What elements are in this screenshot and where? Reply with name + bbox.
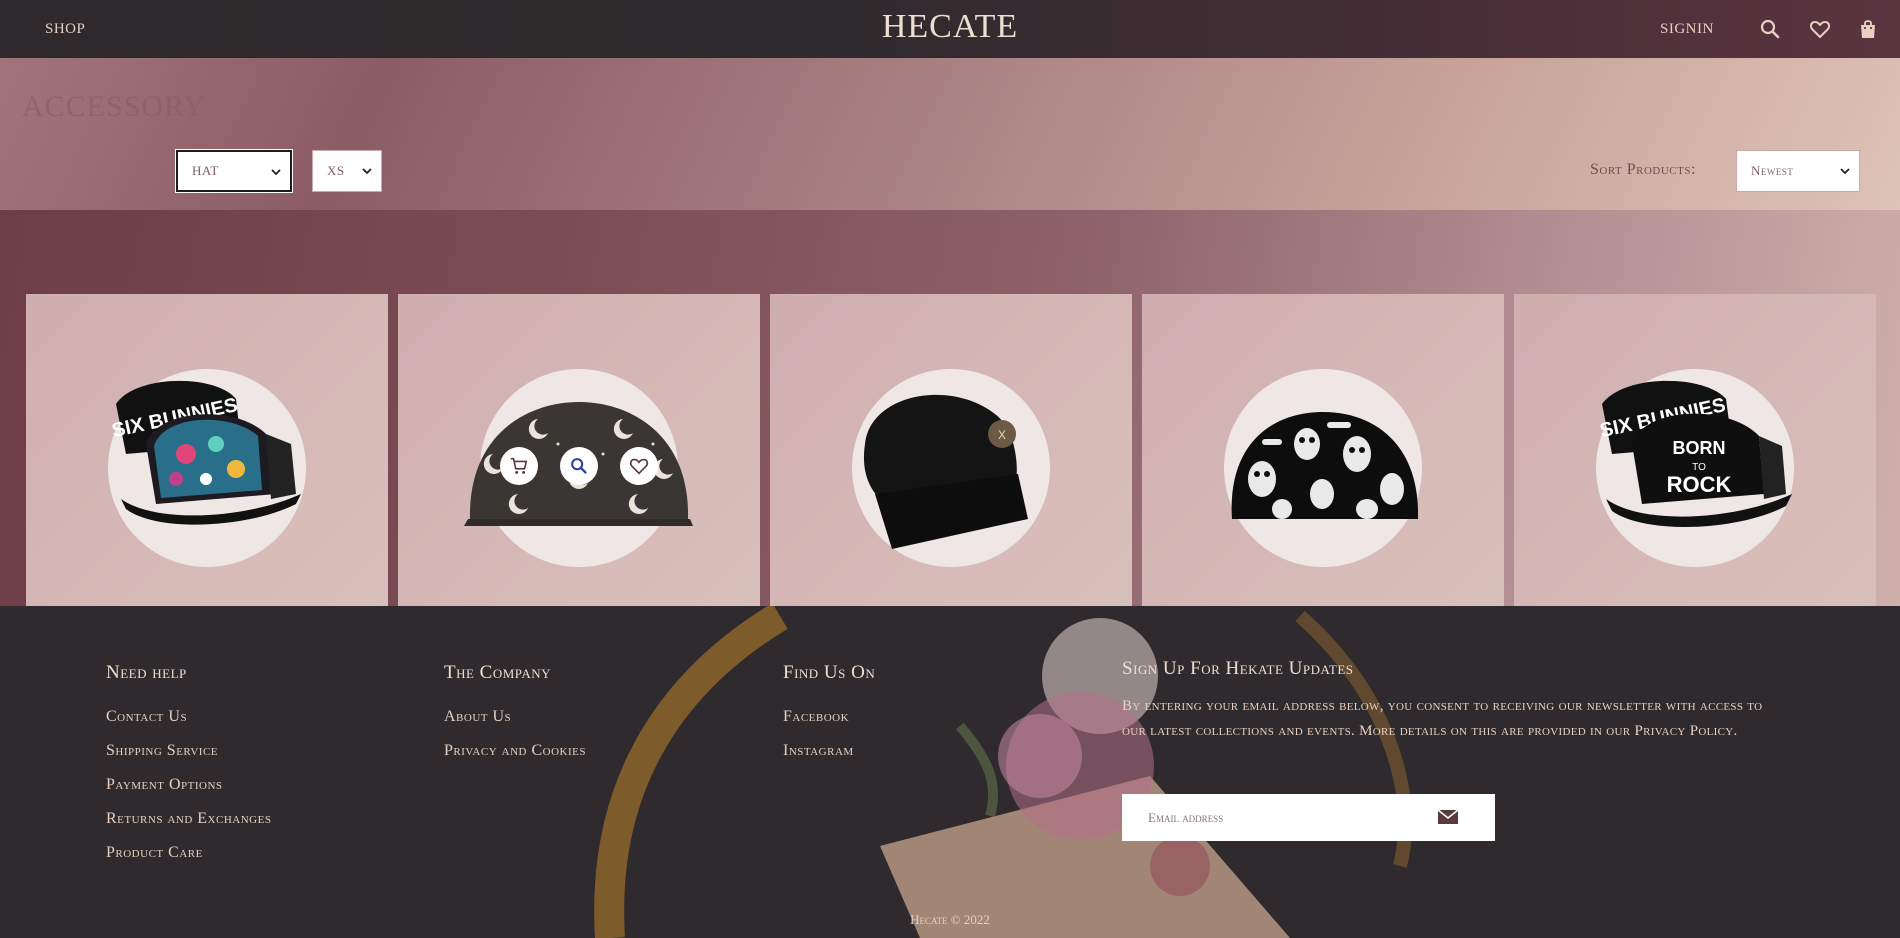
- chevron-down-icon: [271, 169, 281, 176]
- newsletter-description: By entering your email address below, yo…: [1122, 698, 1763, 739]
- shopping-bag-icon[interactable]: [1856, 17, 1880, 41]
- add-to-cart-button[interactable]: [500, 447, 538, 485]
- footer-company-title: The Company: [444, 662, 552, 683]
- footer-company-column: The Company About Us Privacy and Cookies: [444, 662, 586, 776]
- site-footer: Need help Contact Us Shipping Service Pa…: [0, 606, 1900, 938]
- footer-social-title: Find Us On: [783, 662, 876, 683]
- size-select-value: XS: [327, 163, 345, 178]
- svg-text:BORN: BORN: [1673, 438, 1726, 458]
- nav-shop-link[interactable]: SHOP: [45, 21, 85, 38]
- footer-link-about[interactable]: About Us: [444, 708, 586, 726]
- search-icon[interactable]: [1758, 17, 1782, 41]
- product-card[interactable]: X: [770, 294, 1132, 640]
- footer-link-shipping[interactable]: Shipping Service: [106, 742, 271, 760]
- copyright-text: Hecate © 2022: [910, 912, 990, 927]
- footer-link-privacy[interactable]: Privacy and Cookies: [444, 742, 586, 760]
- category-select-value: HAT: [192, 163, 219, 178]
- footer-link-instagram[interactable]: Instagram: [783, 742, 875, 760]
- product-hover-actions: [398, 447, 760, 485]
- search-icon: [571, 458, 587, 474]
- product-card[interactable]: [398, 294, 760, 640]
- svg-text:X: X: [998, 428, 1006, 442]
- sort-label: Sort Products:: [1590, 161, 1696, 178]
- page-title: ACCESSORY: [22, 90, 207, 123]
- floral-background-art: [594, 606, 1413, 938]
- newsletter-title: Sign Up For Hekate Updates: [1122, 658, 1354, 679]
- footer-link-payment[interactable]: Payment Options: [106, 776, 271, 794]
- newsletter-signup: Sign Up For Hekate Updates By entering y…: [1122, 658, 1782, 841]
- cart-icon: [510, 457, 528, 474]
- filter-section: ACCESSORY HAT XS Sort Products: Newest S…: [0, 58, 1900, 640]
- top-navbar: SHOP HECATE SIGNIN: [0, 0, 1900, 58]
- email-field[interactable]: [1122, 795, 1422, 840]
- footer-help-column: Need help Contact Us Shipping Service Pa…: [106, 662, 271, 878]
- add-to-wishlist-button[interactable]: [620, 447, 658, 485]
- heart-icon: [629, 458, 649, 475]
- brand-logo[interactable]: HECATE: [0, 8, 1900, 46]
- category-select[interactable]: HAT: [176, 150, 292, 192]
- chevron-down-icon: [362, 168, 372, 175]
- footer-social-column: Find Us On Facebook Instagram: [783, 662, 875, 776]
- footer-link-returns[interactable]: Returns and Exchanges: [106, 810, 271, 828]
- footer-link-care[interactable]: Product Care: [106, 844, 271, 862]
- product-image: SIX BUNNIES: [110, 380, 301, 525]
- quick-view-button[interactable]: [560, 447, 598, 485]
- product-card[interactable]: SIX BUNNIES BORN TO ROCK: [1514, 294, 1876, 640]
- size-select[interactable]: XS: [312, 150, 382, 192]
- nav-signin-link[interactable]: SIGNIN: [1660, 21, 1714, 38]
- footer-link-contact[interactable]: Contact Us: [106, 708, 271, 726]
- sort-select[interactable]: Newest: [1736, 150, 1860, 192]
- footer-help-title: Need help: [106, 662, 187, 683]
- footer-link-facebook[interactable]: Facebook: [783, 708, 875, 726]
- mail-send-icon[interactable]: [1437, 807, 1459, 827]
- product-card[interactable]: SIX BUNNIES: [26, 294, 388, 640]
- heart-icon[interactable]: [1808, 17, 1832, 41]
- chevron-down-icon: [1840, 168, 1850, 175]
- product-image: X: [863, 394, 1028, 549]
- sort-select-value: Newest: [1751, 163, 1794, 178]
- product-image: SIX BUNNIES BORN TO ROCK: [1598, 380, 1792, 527]
- svg-text:ROCK: ROCK: [1667, 472, 1732, 497]
- email-field-wrapper: [1122, 794, 1495, 841]
- product-image: [1231, 412, 1419, 519]
- product-card[interactable]: [1142, 294, 1504, 640]
